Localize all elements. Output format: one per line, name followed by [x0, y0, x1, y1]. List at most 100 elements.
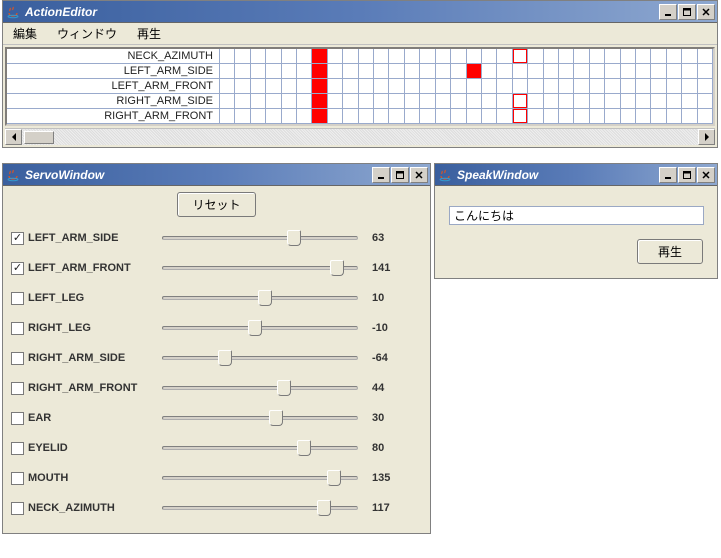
action-cell[interactable]	[282, 109, 297, 123]
action-cell[interactable]	[405, 49, 420, 63]
action-cell[interactable]	[405, 79, 420, 93]
action-cell[interactable]	[667, 109, 682, 123]
servo-slider[interactable]	[162, 289, 358, 307]
action-cell[interactable]	[698, 49, 713, 63]
action-cell[interactable]	[559, 94, 574, 108]
action-cell[interactable]	[621, 94, 636, 108]
action-cell[interactable]	[636, 79, 651, 93]
action-cell[interactable]	[467, 109, 482, 123]
action-cell[interactable]	[436, 49, 451, 63]
action-cell[interactable]	[698, 64, 713, 78]
action-cell[interactable]	[636, 49, 651, 63]
action-cell[interactable]	[698, 109, 713, 123]
action-cell[interactable]	[312, 94, 327, 108]
action-grid[interactable]: NECK_AZIMUTHLEFT_ARM_SIDELEFT_ARM_FRONTR…	[7, 49, 713, 124]
action-editor-titlebar[interactable]: ActionEditor	[3, 1, 717, 23]
action-cell[interactable]	[251, 79, 266, 93]
action-cell[interactable]	[359, 109, 374, 123]
scroll-track[interactable]	[22, 129, 698, 145]
action-cell[interactable]	[667, 64, 682, 78]
action-cell[interactable]	[482, 79, 497, 93]
action-cell[interactable]	[282, 49, 297, 63]
action-cell[interactable]	[559, 49, 574, 63]
action-cell[interactable]	[389, 109, 404, 123]
servo-checkbox[interactable]	[11, 472, 24, 485]
action-cell[interactable]	[482, 64, 497, 78]
action-cell[interactable]	[297, 94, 312, 108]
slider-thumb[interactable]	[248, 320, 262, 336]
action-cells[interactable]	[220, 49, 713, 63]
action-cell[interactable]	[528, 49, 543, 63]
action-cells[interactable]	[220, 109, 713, 123]
action-cell[interactable]	[698, 94, 713, 108]
servo-checkbox[interactable]	[11, 442, 24, 455]
action-cell[interactable]	[343, 64, 358, 78]
reset-button[interactable]: リセット	[177, 192, 255, 217]
action-cell[interactable]	[636, 64, 651, 78]
action-cell[interactable]	[621, 109, 636, 123]
action-cell[interactable]	[513, 94, 528, 108]
action-cell[interactable]	[651, 94, 666, 108]
slider-thumb[interactable]	[287, 230, 301, 246]
action-cells[interactable]	[220, 94, 713, 108]
action-cell[interactable]	[451, 64, 466, 78]
action-cell[interactable]	[359, 79, 374, 93]
action-cell[interactable]	[297, 49, 312, 63]
action-cell[interactable]	[497, 79, 512, 93]
action-cell[interactable]	[405, 64, 420, 78]
action-cell[interactable]	[528, 109, 543, 123]
action-cell[interactable]	[605, 94, 620, 108]
action-cell[interactable]	[282, 79, 297, 93]
slider-thumb[interactable]	[218, 350, 232, 366]
action-cell[interactable]	[235, 64, 250, 78]
action-cell[interactable]	[544, 94, 559, 108]
action-cell[interactable]	[651, 64, 666, 78]
servo-checkbox[interactable]	[11, 382, 24, 395]
action-cell[interactable]	[467, 49, 482, 63]
servo-slider[interactable]	[162, 469, 358, 487]
action-cell[interactable]	[574, 94, 589, 108]
action-cell[interactable]	[420, 49, 435, 63]
action-cell[interactable]	[513, 64, 528, 78]
action-cell[interactable]	[590, 109, 605, 123]
action-cell[interactable]	[698, 79, 713, 93]
minimize-button[interactable]	[659, 4, 677, 20]
minimize-button[interactable]	[659, 167, 677, 183]
action-cell[interactable]	[420, 79, 435, 93]
slider-thumb[interactable]	[317, 500, 331, 516]
action-cell[interactable]	[497, 64, 512, 78]
action-cell[interactable]	[235, 94, 250, 108]
action-cells[interactable]	[220, 64, 713, 78]
action-cell[interactable]	[544, 109, 559, 123]
action-cell[interactable]	[467, 94, 482, 108]
action-cell[interactable]	[574, 79, 589, 93]
servo-checkbox[interactable]	[11, 412, 24, 425]
servo-titlebar[interactable]: ServoWindow	[3, 164, 430, 186]
action-cell[interactable]	[328, 49, 343, 63]
action-cell[interactable]	[513, 79, 528, 93]
action-cell[interactable]	[544, 49, 559, 63]
servo-checkbox[interactable]	[11, 322, 24, 335]
action-cell[interactable]	[389, 94, 404, 108]
maximize-button[interactable]	[391, 167, 409, 183]
servo-checkbox[interactable]	[11, 262, 24, 275]
servo-checkbox[interactable]	[11, 502, 24, 515]
action-cell[interactable]	[544, 64, 559, 78]
action-cell[interactable]	[328, 109, 343, 123]
action-cell[interactable]	[374, 49, 389, 63]
action-cell[interactable]	[343, 79, 358, 93]
action-cell[interactable]	[559, 79, 574, 93]
action-cell[interactable]	[266, 94, 281, 108]
action-cell[interactable]	[605, 109, 620, 123]
action-cell[interactable]	[312, 79, 327, 93]
action-cell[interactable]	[235, 109, 250, 123]
action-cell[interactable]	[574, 64, 589, 78]
scroll-thumb[interactable]	[24, 131, 54, 144]
action-cell[interactable]	[621, 79, 636, 93]
action-cell[interactable]	[405, 94, 420, 108]
action-cell[interactable]	[590, 49, 605, 63]
action-cell[interactable]	[682, 64, 697, 78]
action-cell[interactable]	[544, 79, 559, 93]
action-cell[interactable]	[621, 64, 636, 78]
action-cell[interactable]	[328, 64, 343, 78]
